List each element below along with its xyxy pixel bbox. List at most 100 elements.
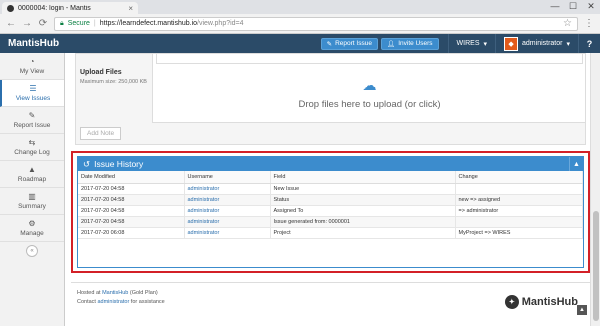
- sidebar-item-label: Change Log: [14, 148, 50, 156]
- browser-menu-icon[interactable]: ⋮: [584, 18, 594, 29]
- sidebar-item-label: View Issues: [15, 94, 51, 102]
- tab-title: 0000004: login - Mantis: [18, 4, 91, 12]
- hosted-link[interactable]: MantisHub: [102, 290, 128, 296]
- table-row: 2017-07-20 06:08 administrator Project M…: [78, 227, 583, 239]
- back-button[interactable]: ←: [6, 18, 16, 29]
- sidebar-item-roadmap[interactable]: ▲ Roadmap: [0, 161, 64, 188]
- sidebar-item-label: Summary: [18, 202, 46, 210]
- upload-files-label: Upload Files: [80, 69, 122, 76]
- scroll-to-top-button[interactable]: ▲: [577, 305, 587, 315]
- sidebar-item-manage[interactable]: ⚙ Manage: [0, 215, 64, 242]
- close-window-button[interactable]: ✕: [582, 0, 600, 14]
- issue-history-table: Date Modified Username Field Change 2017…: [78, 171, 583, 239]
- sidebar-item-my-view[interactable]: ◔ My View: [0, 53, 64, 80]
- gears-icon: ⚙: [28, 218, 36, 228]
- issue-history-title: Issue History: [94, 159, 144, 169]
- invite-users-label: Invite Users: [398, 40, 433, 47]
- date-cell: 2017-07-20 04:58: [78, 216, 185, 228]
- url-text: https://learndefect.mantishub.io/view.ph…: [100, 20, 244, 27]
- change-cell: new => assigned: [455, 194, 583, 206]
- user-plus-icon: 👤︎: [386, 40, 396, 48]
- url-host: https://learndefect.mantishub.io: [99, 20, 198, 27]
- add-note-row: Add Note: [75, 123, 586, 145]
- bookmark-star-icon[interactable]: ☆: [563, 18, 572, 29]
- date-cell: 2017-07-20 04:58: [78, 183, 185, 195]
- sidebar-item-label: Roadmap: [17, 175, 47, 183]
- sidebar: ◔ My View ☰ View Issues ✎ Report Issue ⇆…: [0, 53, 65, 326]
- note-textarea[interactable]: [156, 54, 583, 64]
- brand-logo[interactable]: MantisHub: [8, 38, 59, 49]
- username-link[interactable]: administrator: [184, 194, 271, 206]
- mantis-logo-icon: ✦: [504, 295, 519, 309]
- user-name: administrator: [522, 40, 563, 47]
- dropzone-text: Drop files here to upload (or click): [298, 99, 441, 110]
- issue-history-panel: ↺ Issue History ▲ Date Modified Username…: [77, 156, 584, 268]
- maximize-button[interactable]: ☐: [564, 0, 582, 14]
- forward-button[interactable]: →: [22, 18, 32, 29]
- tab-close-icon[interactable]: ×: [128, 4, 133, 13]
- table-row: 2017-07-20 04:58 administrator Status ne…: [78, 194, 583, 206]
- scrollbar-thumb[interactable]: [593, 211, 599, 321]
- sidebar-item-summary[interactable]: ▥ Summary: [0, 188, 64, 215]
- project-selector[interactable]: WIRES ▾: [447, 34, 495, 53]
- cloud-upload-icon: ☁: [362, 77, 377, 93]
- issue-history-header[interactable]: ↺ Issue History ▲: [78, 157, 583, 171]
- report-issue-label: Report Issue: [335, 40, 372, 47]
- date-cell: 2017-07-20 06:08: [78, 227, 185, 239]
- url-input[interactable]: 🔒︎ Secure | https://learndefect.mantishu…: [54, 16, 578, 31]
- report-issue-button[interactable]: ✎ Report Issue: [320, 37, 378, 50]
- sidebar-item-change-log[interactable]: ⇆ Change Log: [0, 134, 64, 161]
- help-button[interactable]: ?: [578, 34, 600, 53]
- chevron-down-icon: ▾: [566, 40, 570, 48]
- avatar: ◆: [504, 36, 519, 51]
- sidebar-item-label: My View: [19, 67, 45, 75]
- url-separator: |: [93, 20, 96, 27]
- column-header: Username: [184, 171, 271, 184]
- contact-prefix: Contact: [77, 299, 98, 305]
- field-cell: Project: [270, 227, 456, 239]
- sidebar-item-view-issues[interactable]: ☰ View Issues: [0, 80, 64, 107]
- retweet-icon: ⇆: [28, 137, 36, 147]
- invite-users-button[interactable]: 👤︎ Invite Users: [380, 37, 439, 50]
- column-header: Field: [270, 171, 456, 184]
- sidebar-item-label: Report Issue: [13, 121, 51, 129]
- edit-icon: ✎: [28, 110, 36, 120]
- table-header-row: Date Modified Username Field Change: [78, 171, 583, 184]
- username-link[interactable]: administrator: [184, 216, 271, 228]
- username-link[interactable]: administrator: [184, 227, 271, 239]
- contact-link[interactable]: administrator: [97, 299, 129, 305]
- column-header: Change: [455, 171, 583, 184]
- chevron-up-icon[interactable]: ▲: [569, 157, 583, 171]
- hosted-prefix: Hosted at: [77, 290, 103, 296]
- user-menu[interactable]: ◆ administrator ▾: [495, 34, 578, 53]
- contact-suffix: for assistance: [129, 299, 165, 305]
- dashboard-icon: ◔: [29, 56, 35, 66]
- add-note-button[interactable]: Add Note: [80, 127, 122, 140]
- sidebar-item-report-issue[interactable]: ✎ Report Issue: [0, 107, 64, 134]
- highlight-box: ↺ Issue History ▲ Date Modified Username…: [71, 151, 590, 273]
- username-link[interactable]: administrator: [184, 205, 271, 217]
- field-cell: Assigned To: [270, 205, 456, 217]
- reload-button[interactable]: ⟳: [38, 18, 48, 29]
- browser-tab[interactable]: 0000004: login - Mantis ×: [2, 2, 138, 14]
- field-cell: New Issue: [270, 183, 456, 195]
- change-cell: => administrator: [455, 205, 583, 217]
- date-cell: 2017-07-20 04:58: [78, 205, 185, 217]
- lock-icon: 🔒︎: [60, 19, 64, 27]
- change-cell: [455, 183, 583, 195]
- username-link[interactable]: administrator: [184, 183, 271, 195]
- sidebar-collapse-button[interactable]: «: [26, 245, 38, 257]
- field-cell: Status: [270, 194, 456, 206]
- app-navbar: MantisHub ✎ Report Issue 👤︎ Invite Users…: [0, 34, 600, 53]
- edit-icon: ✎: [326, 40, 333, 48]
- minimize-button[interactable]: —: [546, 0, 564, 14]
- column-header: Date Modified: [78, 171, 185, 184]
- mantishub-logo[interactable]: ✦ MantisHub: [504, 295, 578, 309]
- table-row: 2017-07-20 04:58 administrator Issue gen…: [78, 216, 583, 228]
- hosted-suffix: (Gold Plan): [128, 290, 158, 296]
- page-scrollbar[interactable]: [590, 53, 600, 326]
- road-icon: ▲: [28, 164, 36, 174]
- upload-files-label-cell: Upload Files Maximum size: 250,000 KB: [76, 54, 153, 124]
- file-dropzone[interactable]: ☁ Drop files here to upload (or click): [156, 66, 583, 121]
- history-icon: ↺: [83, 158, 91, 169]
